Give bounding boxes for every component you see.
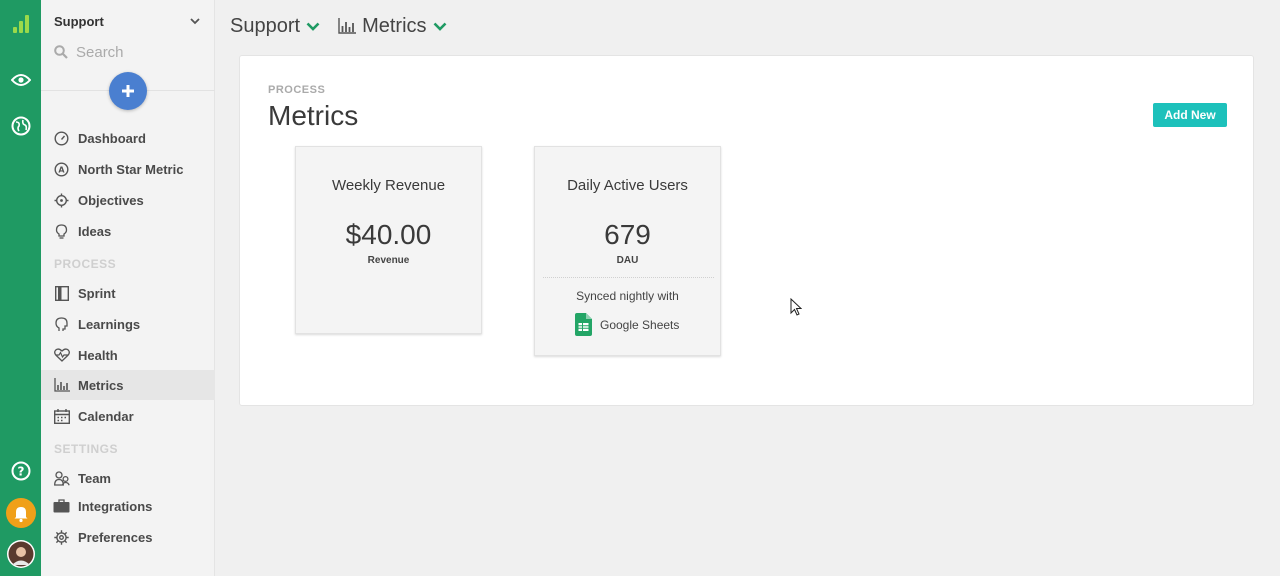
globe-icon[interactable] <box>0 110 41 142</box>
chevron-down-icon <box>190 18 200 25</box>
google-sheets-icon <box>575 313 592 336</box>
plus-icon <box>122 85 134 97</box>
sync-text: Synced nightly with <box>576 289 679 303</box>
heart-pulse-icon <box>53 347 70 364</box>
workspace-switcher[interactable]: Support <box>54 14 200 29</box>
avatar[interactable] <box>0 538 41 570</box>
add-button[interactable] <box>109 72 147 110</box>
svg-text:A: A <box>58 165 65 174</box>
svg-text:?: ? <box>17 465 24 479</box>
north-star-icon: A <box>53 161 70 178</box>
metric-card-daily-active-users[interactable]: Daily Active Users 679 DAU Synced nightl… <box>534 146 721 356</box>
sidebar-item-label: Health <box>78 347 118 363</box>
sidebar-item-label: Objectives <box>78 192 144 208</box>
logo-bars-icon[interactable] <box>0 8 41 40</box>
metric-value: $40.00 <box>345 219 432 250</box>
section-label-process: PROCESS <box>54 257 117 271</box>
add-new-button[interactable]: Add New <box>1153 103 1227 127</box>
head-icon <box>53 316 70 333</box>
calendar-icon <box>53 408 70 425</box>
metric-unit: Revenue <box>367 255 410 266</box>
breadcrumb-page[interactable]: Metrics <box>338 15 446 38</box>
sidebar: Support Search Dashboard A North Star Me… <box>41 0 215 576</box>
chart-icon <box>53 377 70 394</box>
sidebar-item-label: Integrations <box>78 498 153 514</box>
divider <box>543 277 714 278</box>
sidebar-item-label: Sprint <box>78 285 116 301</box>
lightbulb-icon <box>53 223 70 240</box>
google-sheets-link[interactable]: Google Sheets <box>575 313 679 336</box>
sidebar-item-label: Learnings <box>78 316 141 332</box>
mouse-cursor-icon <box>790 298 802 316</box>
sidebar-item-label: North Star Metric <box>78 161 184 177</box>
sidebar-item-metrics[interactable]: Metrics <box>41 370 215 400</box>
section-label-settings: SETTINGS <box>54 442 119 456</box>
sidebar-item-label: Ideas <box>78 223 112 239</box>
search-placeholder: Search <box>76 43 124 61</box>
chevron-down-icon <box>306 22 320 31</box>
team-icon <box>53 470 70 487</box>
sprint-icon <box>53 285 70 302</box>
sidebar-item-calendar[interactable]: Calendar <box>41 401 215 431</box>
eye-icon[interactable] <box>0 64 41 96</box>
chart-icon <box>338 18 357 34</box>
breadcrumb: Support Metrics <box>230 12 459 40</box>
metrics-panel: PROCESS Metrics Add New Weekly Revenue $… <box>239 55 1254 406</box>
sidebar-item-team[interactable]: Team <box>41 463 215 493</box>
metric-name: Weekly Revenue <box>331 177 446 194</box>
sidebar-item-preferences[interactable]: Preferences <box>41 522 215 552</box>
target-icon <box>53 192 70 209</box>
bell-icon[interactable] <box>0 497 41 529</box>
sidebar-item-integrations[interactable]: Integrations <box>41 491 215 521</box>
gear-icon <box>53 529 70 546</box>
breadcrumb-workspace-label: Support <box>230 14 301 37</box>
briefcase-icon <box>53 498 70 515</box>
sidebar-item-label: Metrics <box>78 377 124 393</box>
workspace-name: Support <box>54 14 104 29</box>
sidebar-item-label: Calendar <box>78 408 134 424</box>
sidebar-item-north-star-metric[interactable]: A North Star Metric <box>41 154 215 184</box>
breadcrumb-workspace[interactable]: Support <box>230 15 320 38</box>
app-rail: ? <box>0 0 41 576</box>
metric-value: 679 <box>604 219 651 250</box>
help-icon[interactable]: ? <box>0 455 41 487</box>
sidebar-item-dashboard[interactable]: Dashboard <box>41 123 215 153</box>
sidebar-item-ideas[interactable]: Ideas <box>41 216 215 246</box>
sidebar-item-label: Team <box>78 470 111 486</box>
page-eyebrow: PROCESS <box>268 84 326 96</box>
breadcrumb-page-label: Metrics <box>362 14 427 37</box>
metric-name: Daily Active Users <box>567 177 688 194</box>
gauge-icon <box>53 130 70 147</box>
sidebar-item-label: Dashboard <box>78 130 146 146</box>
page-title: Metrics <box>268 100 359 131</box>
metric-unit: DAU <box>616 255 639 266</box>
sidebar-item-sprint[interactable]: Sprint <box>41 278 215 308</box>
sidebar-item-objectives[interactable]: Objectives <box>41 185 215 215</box>
chevron-down-icon <box>433 22 446 31</box>
search-input[interactable]: Search <box>54 42 200 62</box>
sidebar-item-label: Preferences <box>78 529 153 545</box>
google-sheets-label: Google Sheets <box>600 317 680 332</box>
metric-card-weekly-revenue[interactable]: Weekly Revenue $40.00 Revenue <box>295 146 482 334</box>
sidebar-item-learnings[interactable]: Learnings <box>41 309 215 339</box>
sidebar-item-health[interactable]: Health <box>41 340 215 370</box>
search-icon <box>54 45 68 59</box>
